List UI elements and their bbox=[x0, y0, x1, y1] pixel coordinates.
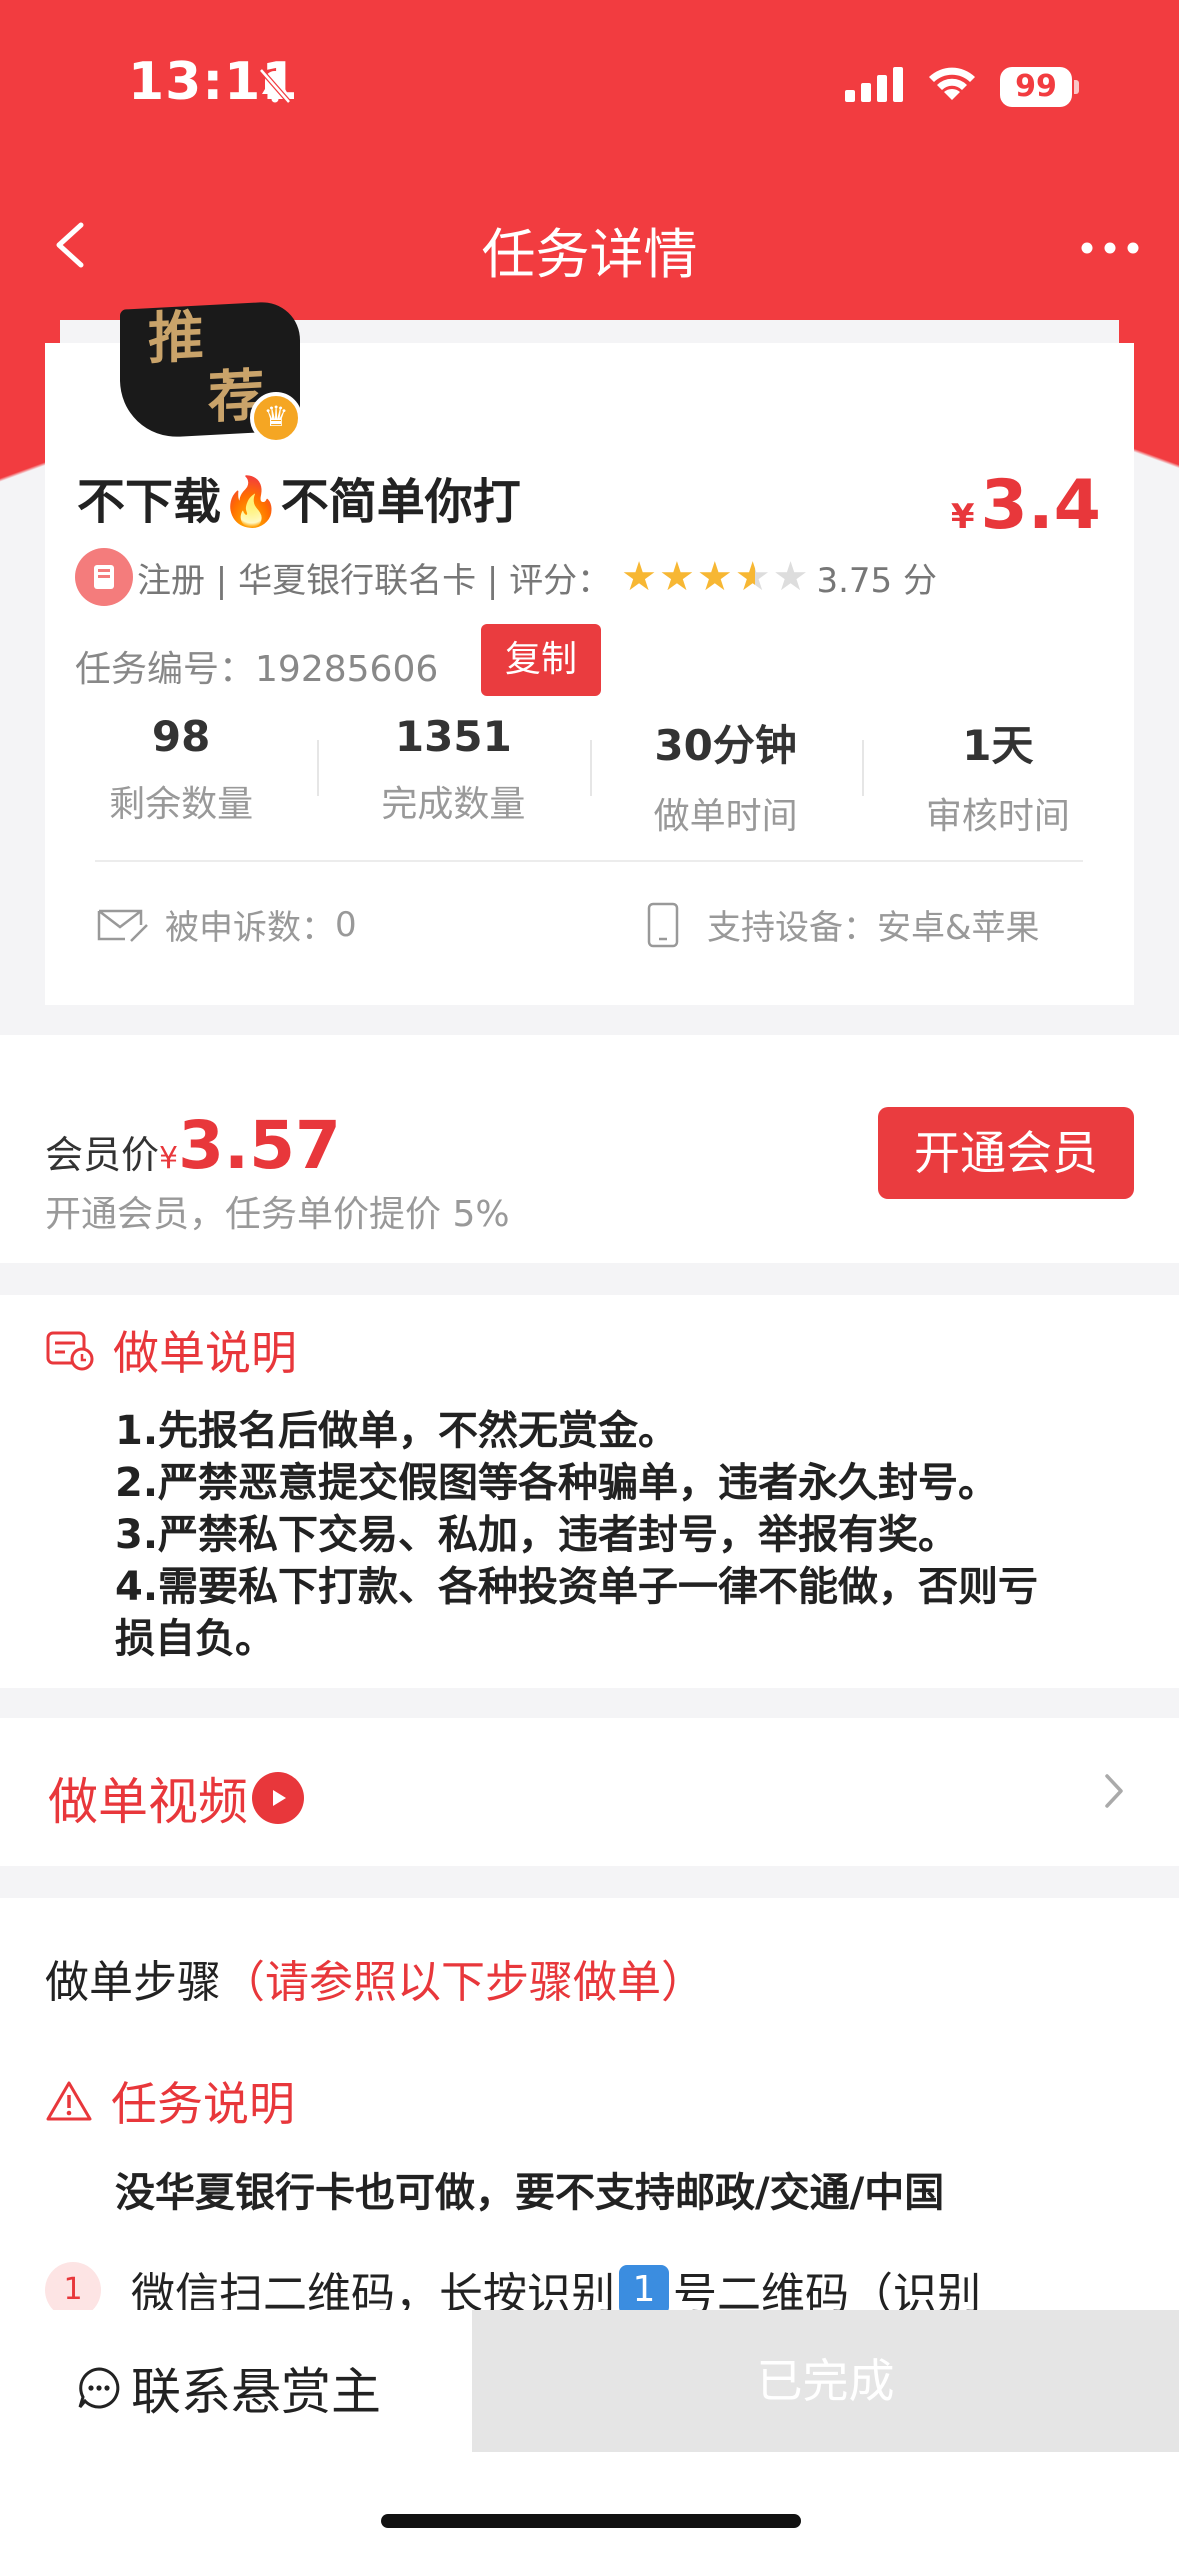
stat-remaining: 98 剩余数量 bbox=[45, 712, 317, 832]
page-title: 任务详情 bbox=[481, 223, 698, 286]
instructions-section: 做单说明 1.先报名后做单，不然无赏金。 2.严禁恶意提交假图等各种骗单，违者永… bbox=[0, 1295, 1179, 1688]
instruction-line: 4.需要私下打款、各种投资单子一律不能做，否则亏损自负。 bbox=[115, 1564, 1039, 1662]
complaint-count: 被申诉数： 0 bbox=[95, 900, 357, 949]
wifi-icon bbox=[929, 67, 975, 100]
home-indicator bbox=[381, 2514, 801, 2528]
stat-completed: 1351 完成数量 bbox=[317, 712, 589, 832]
battery-tip bbox=[1074, 80, 1079, 94]
device-value: 安卓&苹果 bbox=[877, 908, 1040, 948]
supported-devices: 支持设备： 安卓&苹果 bbox=[645, 900, 1040, 949]
chevron-right-icon bbox=[1105, 1774, 1123, 1808]
keycap-number-icon: 1 bbox=[619, 2265, 669, 2315]
star-full-icon: ★ bbox=[659, 554, 695, 600]
task-video-text: 做单视频 bbox=[48, 1773, 248, 1831]
tag-text: 注册 | 华夏银行联名卡 | 评分： bbox=[137, 560, 612, 601]
task-note-title: 任务说明 bbox=[45, 2068, 295, 2134]
more-options-icon[interactable] bbox=[1075, 218, 1145, 278]
task-price: ¥3.4 bbox=[951, 466, 1101, 545]
contact-owner-button[interactable]: 联系悬赏主 bbox=[75, 2352, 381, 2424]
nav-bar: 任务详情 bbox=[0, 190, 1179, 300]
stat-label: 做单时间 bbox=[653, 796, 798, 837]
task-number: 任务编号：19285606 bbox=[75, 640, 438, 692]
steps-hint: （请参照以下步骤做单） bbox=[221, 1957, 705, 2008]
complaint-label: 被申诉数： bbox=[165, 908, 335, 948]
device-label: 支持设备： bbox=[707, 908, 877, 948]
task-video-row[interactable]: 做单视频 bbox=[0, 1718, 1179, 1866]
completed-button[interactable]: 已完成 bbox=[472, 2310, 1179, 2452]
envelope-icon bbox=[97, 909, 148, 942]
stat-label: 剩余数量 bbox=[109, 784, 254, 825]
task-title: 不下载🔥不简单你打 bbox=[77, 474, 521, 530]
member-price-symbol: ¥ bbox=[159, 1141, 179, 1176]
instructions-title: 做单说明 bbox=[45, 1317, 297, 1383]
price-symbol: ¥ bbox=[950, 497, 975, 537]
task-stats: 98 剩余数量 1351 完成数量 30分钟 做单时间 1天 审核时间 bbox=[45, 712, 1134, 837]
contact-owner-label: 联系悬赏主 bbox=[131, 2363, 381, 2421]
stat-num: 1天 bbox=[962, 721, 1034, 770]
signal-icon bbox=[845, 67, 903, 102]
warning-icon bbox=[46, 2081, 92, 2121]
price-value: 3.4 bbox=[980, 466, 1101, 545]
task-video-label: 做单视频 bbox=[48, 1762, 304, 1834]
open-membership-button[interactable]: 开通会员 bbox=[878, 1107, 1134, 1199]
stat-work-time: 30分钟 做单时间 bbox=[589, 712, 862, 837]
task-tags: 注册 | 华夏银行联名卡 | 评分： ★ ★ ★ ★ ★ 3.75 分 bbox=[75, 548, 937, 606]
member-price-section: 会员价¥3.57 开通会员，任务单价提价 5% 开通会员 bbox=[0, 1035, 1179, 1263]
badge-text-1: 推 bbox=[148, 303, 204, 373]
stat-label: 审核时间 bbox=[925, 796, 1070, 837]
stat-review-time: 1天 审核时间 bbox=[861, 712, 1134, 837]
member-price-label: 会员价 bbox=[45, 1133, 160, 1177]
star-half-icon: ★ bbox=[734, 554, 771, 600]
instructions-body: 1.先报名后做单，不然无赏金。 2.严禁恶意提交假图等各种骗单，违者永久封号。 … bbox=[115, 1405, 1055, 1665]
document-clock-icon bbox=[46, 1331, 94, 1371]
star-full-icon: ★ bbox=[696, 554, 733, 600]
complaint-value: 0 bbox=[335, 904, 357, 945]
stat-num: 1351 bbox=[394, 712, 512, 761]
register-icon bbox=[75, 548, 133, 606]
stat-num: 30分钟 bbox=[654, 721, 797, 770]
member-price: 会员价¥3.57 bbox=[45, 1107, 341, 1184]
steps-title-text: 做单步骤 bbox=[45, 1957, 221, 2008]
rating-stars: ★ ★ ★ ★ ★ bbox=[621, 554, 810, 600]
bell-muted-icon bbox=[259, 68, 291, 104]
copy-button[interactable]: 复制 bbox=[481, 624, 601, 696]
crown-icon: ♛ bbox=[250, 392, 302, 444]
instructions-title-text: 做单说明 bbox=[113, 1326, 297, 1380]
instruction-line: 1.先报名后做单，不然无赏金。 bbox=[115, 1408, 679, 1454]
member-description: 开通会员，任务单价提价 5% bbox=[45, 1194, 510, 1235]
status-bar: 13:11 99 bbox=[0, 0, 1179, 170]
rating-value: 3.75 分 bbox=[816, 560, 937, 601]
card-divider bbox=[95, 860, 1083, 862]
steps-section: 做单步骤（请参照以下步骤做单） 任务说明 没华夏银行卡也可做，要不支持邮政/交通… bbox=[0, 1898, 1179, 2320]
phone-icon bbox=[647, 902, 679, 947]
instruction-line: 3.严禁私下交易、私加，违者封号，举报有奖。 bbox=[115, 1512, 959, 1558]
instruction-line: 2.严禁恶意提交假图等各种骗单，违者永久封号。 bbox=[115, 1460, 999, 1506]
member-price-value: 3.57 bbox=[178, 1107, 341, 1184]
play-icon bbox=[252, 1772, 304, 1824]
battery-indicator: 99 bbox=[1000, 67, 1072, 107]
chat-bubble-icon bbox=[78, 2367, 120, 2409]
task-note-text: 没华夏银行卡也可做，要不支持邮政/交通/中国 bbox=[115, 2170, 945, 2216]
stat-num: 98 bbox=[151, 712, 211, 761]
star-full-icon: ★ bbox=[621, 554, 657, 600]
task-number-label: 任务编号： bbox=[75, 649, 256, 690]
task-number-value: 19285606 bbox=[255, 649, 439, 690]
stat-label: 完成数量 bbox=[381, 784, 526, 825]
task-note-title-text: 任务说明 bbox=[111, 2077, 295, 2131]
star-empty-icon: ★ bbox=[772, 554, 809, 600]
steps-title: 做单步骤（请参照以下步骤做单） bbox=[45, 1946, 705, 2010]
